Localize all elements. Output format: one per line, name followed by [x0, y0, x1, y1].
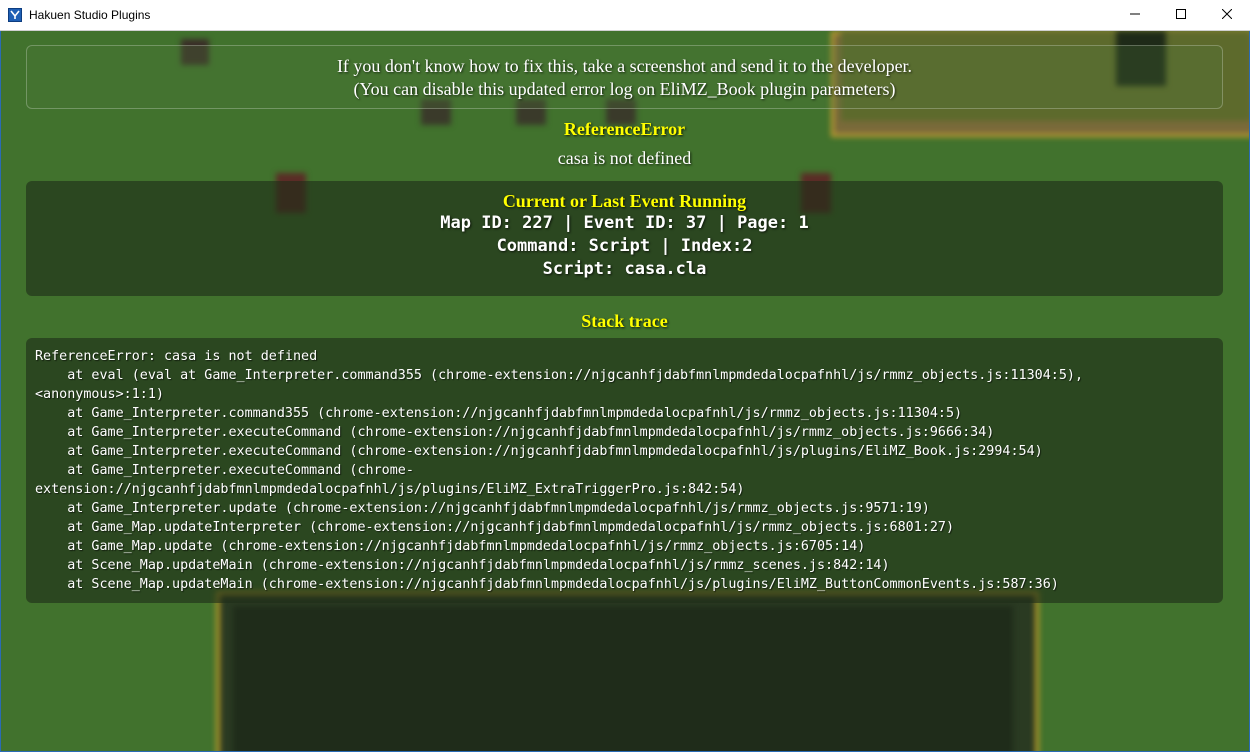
- stack-trace-line: at Game_Map.update (chrome-extension://n…: [35, 539, 866, 554]
- stack-trace-panel: ReferenceError: casa is not defined at e…: [26, 338, 1223, 603]
- app-icon: [8, 8, 22, 22]
- error-overlay: If you don't know how to fix this, take …: [0, 31, 1250, 752]
- close-button[interactable]: [1204, 0, 1250, 30]
- developer-hint-box: If you don't know how to fix this, take …: [26, 45, 1223, 109]
- stack-trace-heading: Stack trace: [581, 311, 668, 331]
- hint-line: If you don't know how to fix this, take …: [336, 56, 913, 76]
- minimize-button[interactable]: [1112, 0, 1158, 30]
- close-icon: [1221, 6, 1233, 24]
- stack-trace-line: at Game_Interpreter.executeCommand (chro…: [35, 444, 1043, 459]
- maximize-icon: [1176, 6, 1186, 24]
- maximize-button[interactable]: [1158, 0, 1204, 30]
- hint-line: (You can disable this updated error log …: [353, 79, 896, 99]
- stack-trace-line: at eval (eval at Game_Interpreter.comman…: [35, 368, 1084, 383]
- stack-trace-line: at Game_Interpreter.command355 (chrome-e…: [35, 406, 963, 421]
- error-message: casa is not defined: [557, 148, 692, 168]
- stack-trace-line: <anonymous>:1:1): [35, 387, 164, 402]
- stack-trace-line: at Game_Map.updateInterpreter (chrome-ex…: [35, 520, 955, 535]
- error-name-heading: ReferenceError: [563, 119, 686, 139]
- window-controls: [1112, 0, 1250, 30]
- title-bar[interactable]: Hakuen Studio Plugins: [0, 0, 1250, 31]
- stack-trace-line: extension://njgcanhfjdabfmnlmpmdedalocpa…: [35, 482, 745, 497]
- stack-trace-line: ReferenceError: casa is not defined: [35, 349, 318, 364]
- stack-trace-line: at Game_Interpreter.executeCommand (chro…: [35, 425, 995, 440]
- event-info-panel: Current or Last Event Running Map ID: 22…: [26, 181, 1223, 296]
- window-title: Hakuen Studio Plugins: [29, 8, 151, 22]
- stack-trace-line: at Game_Interpreter.executeCommand (chro…: [35, 463, 414, 478]
- event-map-info: Map ID: 227 | Event ID: 37 | Page: 1: [440, 213, 809, 233]
- app-window: Hakuen Studio Plugins If you don't know …: [0, 0, 1250, 752]
- event-script-info: Script: casa.cla: [542, 259, 707, 279]
- stack-trace-line: at Game_Interpreter.update (chrome-exten…: [35, 501, 930, 516]
- event-section-heading: Current or Last Event Running: [502, 191, 747, 211]
- stack-trace-line: at Scene_Map.updateMain (chrome-extensio…: [35, 577, 1059, 592]
- stack-trace-line: at Scene_Map.updateMain (chrome-extensio…: [35, 558, 890, 573]
- event-command-info: Command: Script | Index:2: [496, 236, 753, 256]
- minimize-icon: [1130, 6, 1140, 24]
